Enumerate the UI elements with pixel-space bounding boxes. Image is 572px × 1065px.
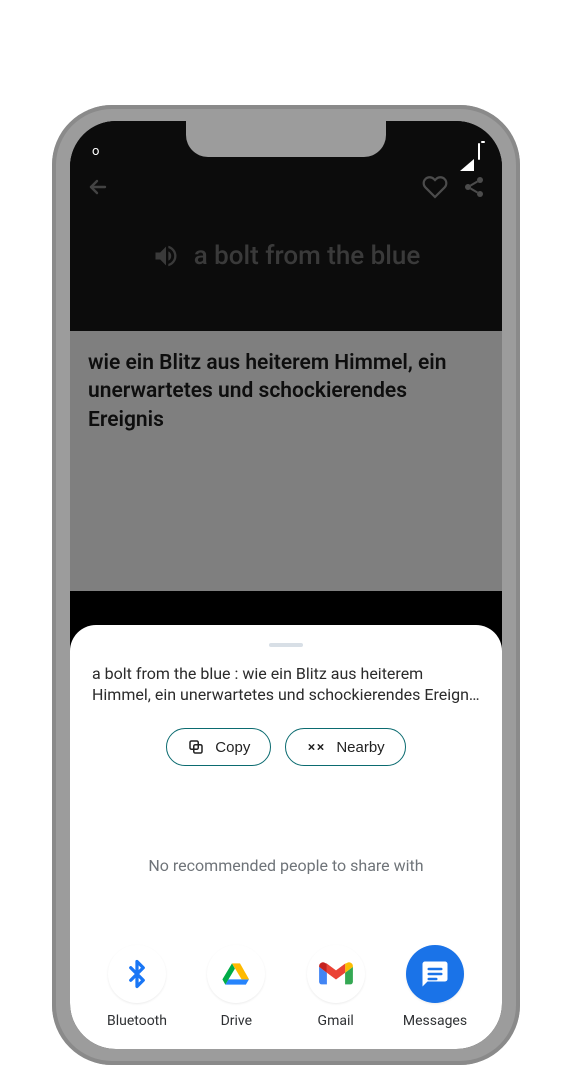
screen: o <box>70 121 502 1049</box>
share-target-label: Bluetooth <box>107 1013 167 1029</box>
share-targets: Bluetooth Drive <box>92 945 480 1029</box>
bluetooth-icon <box>122 959 152 989</box>
nearby-button[interactable]: Nearby <box>285 728 405 766</box>
copy-button[interactable]: Copy <box>166 728 271 766</box>
cellular-icon <box>460 144 474 159</box>
share-target-label: Gmail <box>318 1013 354 1029</box>
gmail-icon <box>319 961 353 987</box>
nearby-label: Nearby <box>336 739 384 756</box>
share-target-bluetooth[interactable]: Bluetooth <box>98 945 176 1029</box>
no-recommended-text: No recommended people to share with <box>92 856 480 875</box>
share-target-gmail[interactable]: Gmail <box>297 945 375 1029</box>
sheet-grabber[interactable] <box>269 643 303 647</box>
notch <box>186 121 386 157</box>
status-left: o <box>92 144 99 159</box>
copy-icon <box>187 738 205 756</box>
share-preview-text: a bolt from the blue : wie ein Blitz aus… <box>92 663 480 706</box>
battery-icon <box>478 144 480 159</box>
share-target-label: Messages <box>403 1013 467 1029</box>
copy-label: Copy <box>215 739 250 756</box>
messages-icon <box>420 959 450 989</box>
share-target-label: Drive <box>221 1013 252 1029</box>
share-sheet: a bolt from the blue : wie ein Blitz aus… <box>70 625 502 1049</box>
phone-frame: o <box>52 105 520 1065</box>
drive-icon <box>220 958 252 990</box>
share-target-drive[interactable]: Drive <box>197 945 275 1029</box>
share-target-messages[interactable]: Messages <box>396 945 474 1029</box>
nearby-icon <box>306 738 326 756</box>
status-right <box>460 144 480 159</box>
